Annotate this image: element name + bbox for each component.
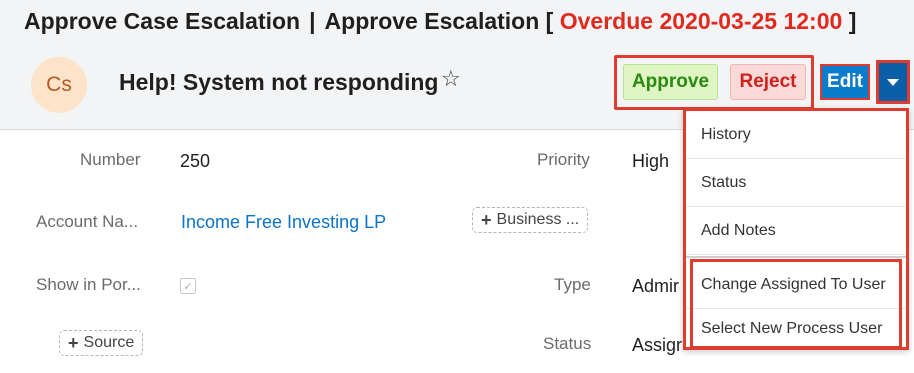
approve-button[interactable]: Approve: [623, 64, 718, 100]
show-in-portal-checkbox[interactable]: ✓: [180, 278, 196, 294]
type-label: Type: [554, 275, 591, 294]
page-title: Approve Case Escalation | Approve Escalati…: [24, 8, 856, 35]
menu-item-status[interactable]: Status: [686, 159, 906, 207]
bracket-close: ]: [848, 8, 857, 34]
plus-icon: +: [68, 332, 79, 353]
source-pill-label: Source: [83, 334, 135, 351]
process-user-highlight: [690, 259, 902, 349]
priority-label: Priority: [537, 150, 590, 169]
module-title: Approve Case Escalation: [24, 8, 301, 34]
plus-icon: +: [481, 209, 492, 230]
caret-down-icon: [887, 78, 899, 86]
bracket-open: [: [545, 8, 554, 34]
status-value: Assigr: [632, 335, 683, 355]
number-label: Number: [80, 150, 141, 169]
avatar: Cs: [31, 57, 87, 113]
menu-divider: [686, 256, 906, 258]
overdue-status: Overdue 2020-03-25 12:00: [559, 8, 843, 34]
show-in-portal-label: Show in Por...: [36, 275, 141, 294]
business-center-pill[interactable]: + Business ...: [472, 207, 589, 233]
number-value: 250: [180, 151, 211, 171]
type-value: Admir: [632, 276, 680, 296]
title-separator: |: [309, 8, 316, 34]
edit-button[interactable]: Edit: [820, 64, 870, 100]
actions-dropdown-button[interactable]: [876, 60, 910, 104]
account-name-label: Account Na...: [36, 212, 139, 231]
business-pill-label: Business ...: [496, 211, 580, 228]
activity-title: Approve Escalation: [324, 8, 540, 34]
menu-item-history[interactable]: History: [686, 111, 906, 159]
actions-dropdown-menu: History Status Add Notes Change Assigned…: [683, 108, 909, 350]
status-label: Status: [543, 334, 592, 353]
menu-item-add-notes[interactable]: Add Notes: [686, 207, 906, 255]
favorite-star-icon[interactable]: ☆: [441, 68, 461, 90]
account-name-link[interactable]: Income Free Investing LP: [181, 212, 386, 233]
source-pill[interactable]: + Source: [59, 330, 144, 356]
reject-button[interactable]: Reject: [730, 64, 806, 100]
record-name: Help! System not responding: [119, 69, 439, 95]
priority-value: High: [632, 151, 670, 171]
